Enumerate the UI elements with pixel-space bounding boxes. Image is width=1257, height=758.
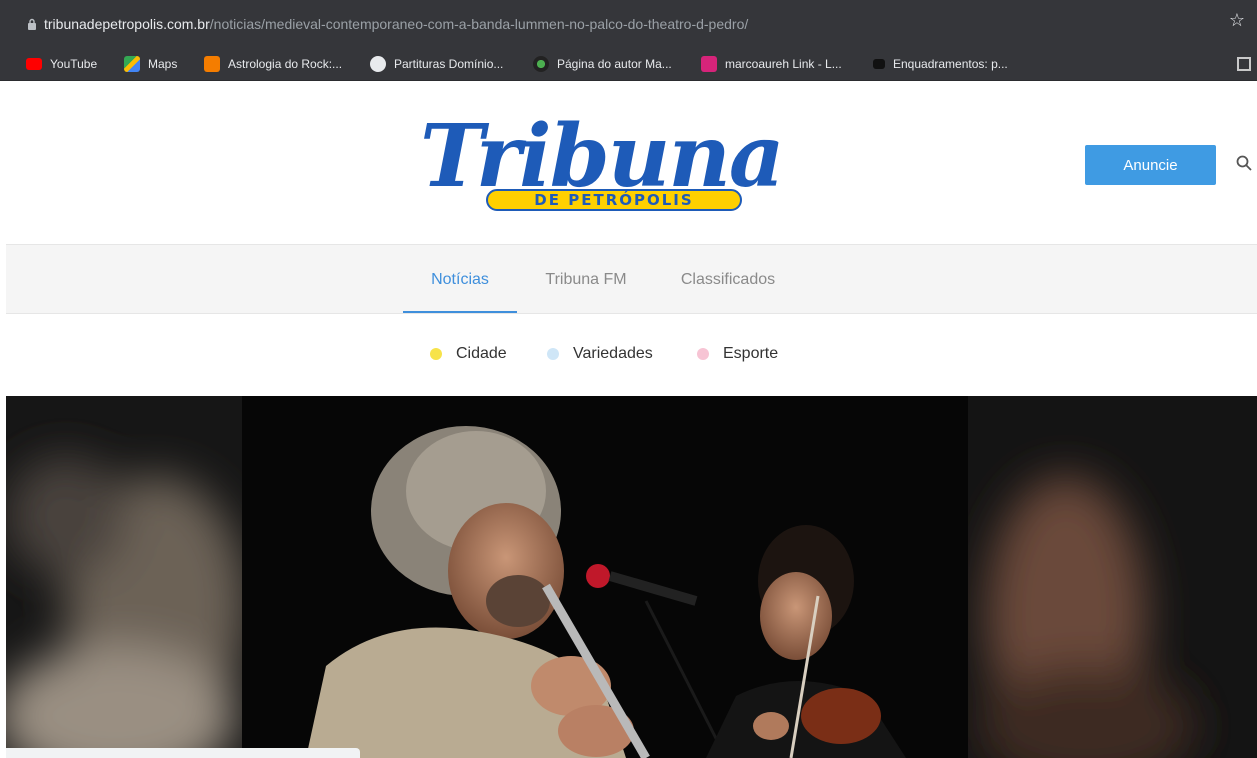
url-path: /noticias/medieval-contemporaneo-com-a-b… [209, 16, 749, 32]
category-label: Variedades [573, 345, 653, 362]
bookmark-maps[interactable]: Maps [124, 54, 177, 74]
category-variedades[interactable]: Variedades [547, 344, 653, 364]
clapper-icon [873, 59, 885, 69]
category-label: Esporte [723, 345, 779, 362]
bookmark-star-icon[interactable]: ☆ [1229, 10, 1245, 31]
category-dot-icon [697, 348, 709, 360]
category-dot-icon [430, 348, 442, 360]
category-cidade[interactable]: Cidade [430, 344, 507, 364]
category-dot-icon [547, 348, 559, 360]
nav-noticias[interactable]: Notícias [403, 245, 517, 313]
bookmark-pagina-autor[interactable]: Página do autor Ma... [533, 54, 672, 74]
bookmark-label: Astrologia do Rock:... [228, 57, 343, 71]
category-row: Cidade Variedades Esporte [0, 330, 1257, 378]
url-host: tribunadepetropolis.com.br [44, 16, 210, 32]
bookmark-label: marcoaureh Link - L... [725, 57, 842, 71]
bookmark-label: Enquadramentos: p... [893, 57, 1008, 71]
reading-list-icon[interactable] [1237, 57, 1251, 71]
globe-icon [370, 56, 386, 72]
bookmark-label: Maps [148, 57, 178, 71]
linktree-icon [701, 56, 717, 72]
bookmark-astrologia[interactable]: Astrologia do Rock:... [204, 54, 342, 74]
logo-subtitle-band: DE PETRÓPOLIS [486, 189, 742, 211]
status-bubble [6, 748, 360, 758]
browser-address-bar: tribunadepetropolis.com.br/noticias/medi… [0, 0, 1257, 48]
bookmark-label: YouTube [50, 57, 98, 71]
anuncie-button[interactable]: Anuncie [1085, 145, 1216, 185]
maps-icon [124, 56, 140, 72]
bookmark-youtube[interactable]: YouTube [26, 54, 97, 74]
site-logo[interactable]: Tribuna DE PETRÓPOLIS [420, 103, 785, 211]
nav-classificados[interactable]: Classificados [666, 245, 790, 313]
main-nav: Notícias Tribuna FM Classificados [6, 244, 1257, 314]
bookmark-partituras[interactable]: Partituras Domínio... [370, 54, 503, 74]
youtube-icon [26, 58, 42, 70]
site-header: Tribuna DE PETRÓPOLIS Anuncie [0, 81, 1257, 244]
bookmark-label: Partituras Domínio... [394, 57, 504, 71]
hero-photo [6, 396, 1257, 758]
lock-icon[interactable] [20, 18, 44, 30]
site-icon [533, 56, 549, 72]
bookmark-enquadramentos[interactable]: Enquadramentos: p... [873, 54, 1008, 74]
bookmark-marcoaureh[interactable]: marcoaureh Link - L... [701, 54, 842, 74]
bookmark-label: Página do autor Ma... [557, 57, 672, 71]
category-label: Cidade [456, 345, 507, 362]
blogger-icon [204, 56, 220, 72]
category-esporte[interactable]: Esporte [697, 344, 778, 364]
url-field[interactable]: tribunadepetropolis.com.br/noticias/medi… [0, 8, 1230, 40]
search-icon[interactable] [1236, 155, 1252, 171]
nav-tribuna-fm[interactable]: Tribuna FM [530, 245, 642, 313]
bookmarks-bar: YouTube Maps Astrologia do Rock:... Part… [0, 48, 1257, 81]
article-hero-image [6, 396, 1257, 758]
